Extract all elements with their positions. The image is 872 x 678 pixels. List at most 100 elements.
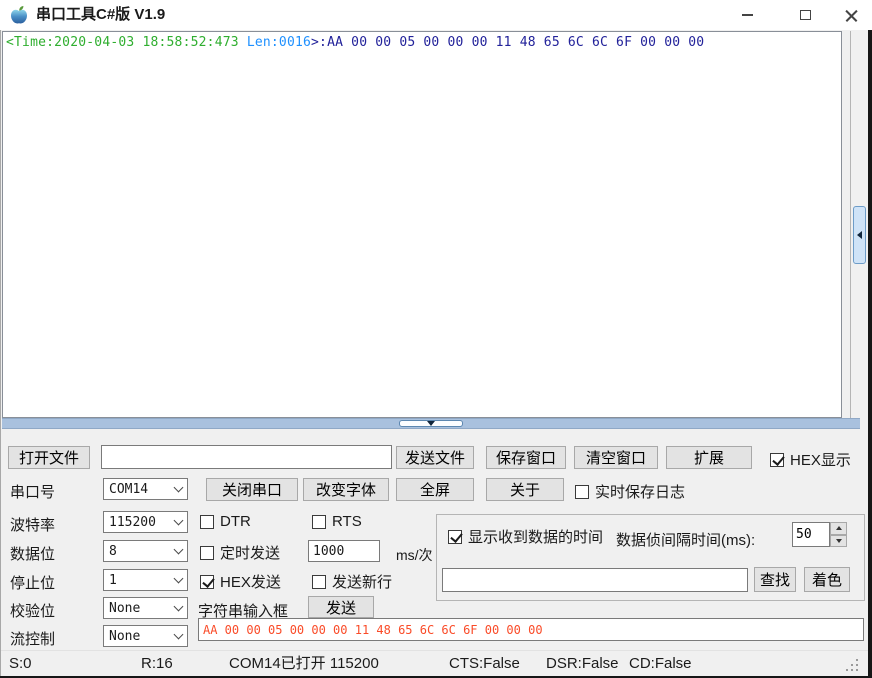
parity-label: 校验位 xyxy=(10,600,55,621)
frame-interval-label: 数据侦间隔时间(ms): xyxy=(616,529,755,550)
parity-select[interactable]: None xyxy=(103,597,188,619)
terminal-line: <Time:2020-04-03 18:58:52:473 Len:0016>:… xyxy=(6,35,704,50)
spin-up-button[interactable] xyxy=(830,522,847,535)
resize-grip[interactable] xyxy=(846,659,858,671)
status-received-count: R:16 xyxy=(141,651,173,677)
find-button[interactable]: 查找 xyxy=(754,567,796,592)
receive-area[interactable]: <Time:2020-04-03 18:58:52:473 Len:0016>:… xyxy=(2,31,842,418)
checkbox-box xyxy=(575,485,589,499)
maximize-button[interactable] xyxy=(782,0,828,30)
parity-value: None xyxy=(109,601,140,616)
send-newline-label: 发送新行 xyxy=(332,571,392,592)
about-button[interactable]: 关于 xyxy=(486,478,564,501)
panel-collapse-handle[interactable] xyxy=(853,206,866,264)
dtr-label: DTR xyxy=(220,513,251,530)
splitter-handle[interactable] xyxy=(399,420,463,427)
open-file-button[interactable]: 打开文件 xyxy=(8,446,90,469)
data-bits-select[interactable]: 8 xyxy=(103,540,188,562)
interval-input[interactable] xyxy=(308,540,380,562)
checkbox-box xyxy=(770,453,784,467)
chevron-down-icon[interactable] xyxy=(174,544,184,554)
data-bits-value: 8 xyxy=(109,544,117,559)
stop-bits-label: 停止位 xyxy=(10,572,55,593)
port-select[interactable]: COM14 xyxy=(103,478,188,500)
minimize-button[interactable] xyxy=(724,0,770,30)
expand-button[interactable]: 扩展 xyxy=(666,446,752,469)
splitter-arrow-icon xyxy=(427,421,435,426)
title-bar: 串口工具C#版 V1.9 xyxy=(0,0,872,30)
flow-control-label: 流控制 xyxy=(10,628,55,649)
dtr-checkbox[interactable]: DTR xyxy=(200,513,251,530)
hex-display-checkbox[interactable]: HEX显示 xyxy=(770,449,851,470)
colorize-button[interactable]: 着色 xyxy=(804,567,850,592)
status-bar: S:0 R:16 COM14已打开 115200 CTS:False DSR:F… xyxy=(1,650,868,676)
interval-unit-label: ms/次 xyxy=(396,545,433,565)
status-sent-count: S:0 xyxy=(9,651,32,677)
checkbox-box xyxy=(312,575,326,589)
close-button[interactable] xyxy=(834,0,868,30)
terminal-timestamp: <Time:2020-04-03 18:58:52:473 xyxy=(6,35,247,50)
frame-interval-input[interactable] xyxy=(792,522,830,547)
rts-label: RTS xyxy=(332,513,362,530)
baud-rate-label: 波特率 xyxy=(10,514,55,535)
checkbox-box xyxy=(200,515,214,529)
hex-send-label: HEX发送 xyxy=(220,571,281,592)
checkbox-box xyxy=(200,575,214,589)
baud-rate-select[interactable]: 115200 xyxy=(103,511,188,533)
app-window: 串口工具C#版 V1.9 <Time:2020-04-03 18:58:52:4… xyxy=(0,0,872,678)
chevron-down-icon[interactable] xyxy=(174,573,184,583)
status-cts: CTS:False xyxy=(449,651,520,677)
port-label: 串口号 xyxy=(10,481,55,502)
chevron-down-icon[interactable] xyxy=(174,482,184,492)
chevron-down-icon[interactable] xyxy=(174,515,184,525)
chevron-down-icon[interactable] xyxy=(174,629,184,639)
timed-send-label: 定时发送 xyxy=(220,542,280,563)
send-newline-checkbox[interactable]: 发送新行 xyxy=(312,571,392,592)
flow-control-value: None xyxy=(109,629,140,644)
status-dsr: DSR:False xyxy=(546,651,619,677)
flow-control-select[interactable]: None xyxy=(103,625,188,647)
realtime-log-label: 实时保存日志 xyxy=(595,481,685,502)
realtime-log-checkbox[interactable]: 实时保存日志 xyxy=(575,481,685,502)
show-time-label: 显示收到数据的时间 xyxy=(468,526,603,547)
hex-display-label: HEX显示 xyxy=(790,449,851,470)
data-bits-label: 数据位 xyxy=(10,543,55,564)
maximize-icon xyxy=(800,10,811,20)
file-path-input[interactable] xyxy=(101,445,392,469)
clear-window-button[interactable]: 清空窗口 xyxy=(574,446,658,469)
close-port-button[interactable]: 关闭串口 xyxy=(206,478,298,501)
full-screen-button[interactable]: 全屏 xyxy=(396,478,474,501)
chevron-down-icon[interactable] xyxy=(174,601,184,611)
status-port-state: COM14已打开 115200 xyxy=(229,651,379,677)
send-button[interactable]: 发送 xyxy=(308,596,374,618)
baud-rate-value: 115200 xyxy=(109,515,156,530)
spin-down-icon xyxy=(836,539,842,543)
save-window-button[interactable]: 保存窗口 xyxy=(486,446,566,469)
port-value: COM14 xyxy=(109,482,148,497)
terminal-hex-data: >:AA 00 00 05 00 00 00 11 48 65 6C 6C 6F… xyxy=(311,35,704,50)
hex-send-checkbox[interactable]: HEX发送 xyxy=(200,571,281,592)
splitter-bar[interactable] xyxy=(2,418,860,429)
spin-down-button[interactable] xyxy=(830,535,847,548)
frame-interval-stepper xyxy=(792,522,847,547)
timed-send-checkbox[interactable]: 定时发送 xyxy=(200,542,280,563)
window-title: 串口工具C#版 V1.9 xyxy=(36,0,165,30)
send-file-button[interactable]: 发送文件 xyxy=(396,446,474,469)
status-cd: CD:False xyxy=(629,651,692,677)
terminal-length: Len:0016 xyxy=(247,35,311,50)
checkbox-box xyxy=(312,515,326,529)
checkbox-box xyxy=(200,546,214,560)
stop-bits-value: 1 xyxy=(109,573,117,588)
spin-up-icon xyxy=(836,526,842,530)
stop-bits-select[interactable]: 1 xyxy=(103,569,188,591)
rts-checkbox[interactable]: RTS xyxy=(312,513,362,530)
send-data-input[interactable] xyxy=(198,618,864,641)
show-time-checkbox[interactable]: 显示收到数据的时间 xyxy=(448,526,603,547)
close-icon xyxy=(845,9,858,22)
app-icon xyxy=(9,5,29,25)
collapse-arrow-icon xyxy=(857,231,862,239)
search-input[interactable] xyxy=(442,568,748,592)
checkbox-box xyxy=(448,530,462,544)
minimize-icon xyxy=(742,14,753,16)
change-font-button[interactable]: 改变字体 xyxy=(303,478,389,501)
